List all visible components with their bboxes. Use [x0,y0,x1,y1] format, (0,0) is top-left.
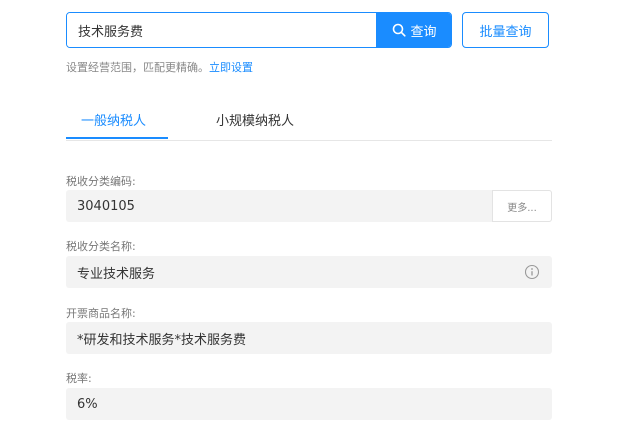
invoice-name-value: *研发和技术服务*技术服务费 [77,332,247,348]
batch-query-button[interactable]: 批量查询 [462,12,549,48]
tax-rate-field: 6% [66,388,552,420]
tax-name-field: 专业技术服务 [66,256,552,288]
tax-rate-label: 税率: [66,372,92,385]
tax-name-label: 税收分类名称: [66,240,136,253]
more-button-label: 更多... [507,202,537,214]
tax-code-label: 税收分类编码: [66,175,136,188]
hint-line: 设置经营范围，匹配更精确。立即设置 [66,59,253,75]
set-now-link[interactable]: 立即设置 [209,61,253,74]
tab-general-taxpayer[interactable]: 一般纳税人 [81,110,146,129]
invoice-name-label: 开票商品名称: [66,307,136,320]
active-tab-indicator [66,137,168,139]
query-button-label: 查询 [410,24,437,40]
info-icon[interactable] [524,264,540,280]
tax-rate-value: 6% [77,396,98,412]
tax-code-value: 3040105 [77,198,135,214]
tax-code-field: 3040105 更多... [66,190,552,222]
query-button[interactable]: 查询 [376,13,451,47]
taxpayer-tabs: 一般纳税人 小规模纳税人 [66,100,552,141]
batch-query-label: 批量查询 [479,24,532,40]
invoice-name-field: *研发和技术服务*技术服务费 [66,322,552,354]
search-input[interactable] [67,13,376,47]
tab-small-scale-taxpayer[interactable]: 小规模纳税人 [216,110,294,129]
more-button[interactable]: 更多... [492,190,552,222]
search-box: 查询 [66,12,452,48]
hint-text: 设置经营范围，匹配更精确。 [66,61,209,74]
tax-name-value: 专业技术服务 [77,266,156,282]
search-icon [393,23,407,37]
